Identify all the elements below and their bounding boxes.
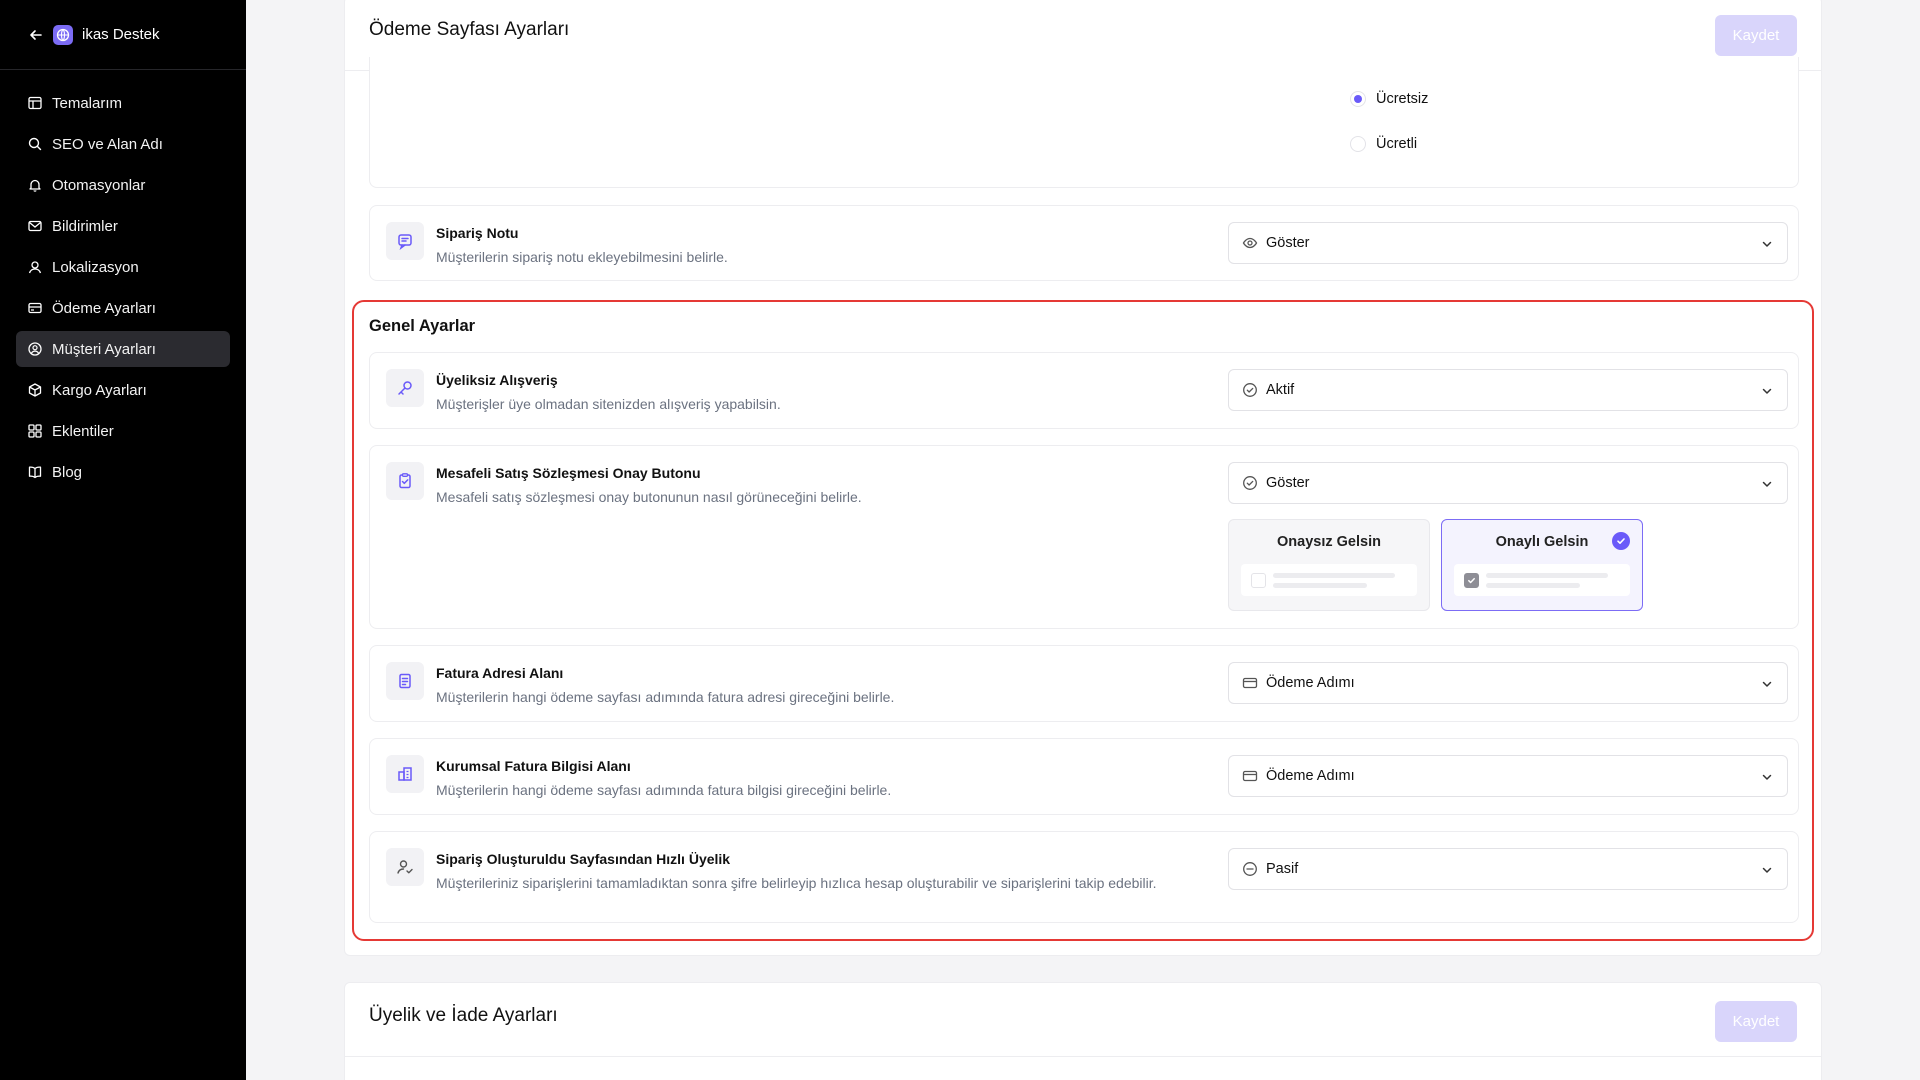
sidebar-title: ikas Destek xyxy=(82,26,160,43)
row-title: Sipariş Notu xyxy=(436,225,519,241)
user-circle-icon xyxy=(27,341,43,357)
sidebar-item-seo[interactable]: SEO ve Alan Adı xyxy=(16,126,230,162)
sidebar-item-label: Ödeme Ayarları xyxy=(52,299,156,317)
order-note-row: Sipariş Notu Müşterilerin sipariş notu e… xyxy=(369,205,1799,281)
radio-label: Ücretsiz xyxy=(1376,91,1429,107)
back-arrow-icon[interactable] xyxy=(27,26,45,44)
sidebar-item-label: SEO ve Alan Adı xyxy=(52,135,163,153)
radio-button[interactable] xyxy=(1350,91,1366,107)
sidebar-item-kargo-ayarlari[interactable]: Kargo Ayarları xyxy=(16,372,230,408)
sidebar-item-temalarim[interactable]: Temalarım xyxy=(16,85,230,121)
order-note-select[interactable]: Göster xyxy=(1228,222,1788,264)
sidebar-item-label: Otomasyonlar xyxy=(52,176,146,194)
radio-button[interactable] xyxy=(1350,136,1366,152)
sidebar-item-blog[interactable]: Blog xyxy=(16,454,230,490)
sidebar-item-bildirimler[interactable]: Bildirimler xyxy=(16,208,230,244)
sidebar-item-musteri-ayarlari[interactable]: Müşteri Ayarları xyxy=(16,331,230,367)
eye-icon xyxy=(1241,235,1258,252)
package-icon xyxy=(27,382,43,398)
sidebar-nav: Temalarım SEO ve Alan Adı Otomasyonlar B… xyxy=(0,70,246,490)
shipping-fee-row: Ücretsiz Ücretli xyxy=(369,57,1799,188)
sidebar-item-label: Kargo Ayarları xyxy=(52,381,147,399)
credit-card-icon xyxy=(27,300,43,316)
radio-label: Ücretli xyxy=(1376,136,1418,152)
row-description: Müşterilerin sipariş notu ekleyebilmesin… xyxy=(436,249,728,265)
book-icon xyxy=(27,464,43,480)
sidebar-item-label: Temalarım xyxy=(52,94,123,112)
save-button[interactable]: Kaydet xyxy=(1715,15,1797,56)
message-icon xyxy=(386,222,424,260)
save-button[interactable]: Kaydet xyxy=(1715,1001,1797,1042)
sidebar-item-label: Blog xyxy=(52,463,83,481)
radio-option-paid[interactable]: Ücretli xyxy=(1350,136,1417,152)
sidebar-item-label: Lokalizasyon xyxy=(52,258,139,276)
sidebar-item-otomasyonlar[interactable]: Otomasyonlar xyxy=(16,167,230,203)
mail-icon xyxy=(27,218,43,234)
sidebar-item-label: Eklentiler xyxy=(52,422,114,440)
user-pin-icon xyxy=(27,259,43,275)
grid-icon xyxy=(27,423,43,439)
sidebar-item-odeme-ayarlari[interactable]: Ödeme Ayarları xyxy=(16,290,230,326)
sidebar-item-label: Bildirimler xyxy=(52,217,118,235)
sidebar-item-lokalizasyon[interactable]: Lokalizasyon xyxy=(16,249,230,285)
highlight-frame xyxy=(352,300,1814,941)
sidebar-item-eklentiler[interactable]: Eklentiler xyxy=(16,413,230,449)
membership-return-card: Üyelik ve İade Ayarları Kaydet xyxy=(344,982,1822,1080)
globe-icon xyxy=(53,24,73,45)
sidebar-header: ikas Destek xyxy=(0,0,246,70)
layout-icon xyxy=(27,95,43,111)
bell-icon xyxy=(27,177,43,193)
sidebar-item-label: Müşteri Ayarları xyxy=(52,340,156,358)
chevron-down-icon xyxy=(1759,236,1775,252)
card-header: Üyelik ve İade Ayarları Kaydet xyxy=(345,983,1821,1057)
section-heading: Üyelik ve İade Ayarları xyxy=(369,1005,558,1026)
sidebar: ikas Destek Temalarım SEO ve Alan Adı Ot… xyxy=(0,0,246,1080)
page-title: Ödeme Sayfası Ayarları xyxy=(369,19,570,40)
select-value: Göster xyxy=(1266,235,1310,251)
search-icon xyxy=(27,136,43,152)
radio-option-free[interactable]: Ücretsiz xyxy=(1350,91,1428,107)
